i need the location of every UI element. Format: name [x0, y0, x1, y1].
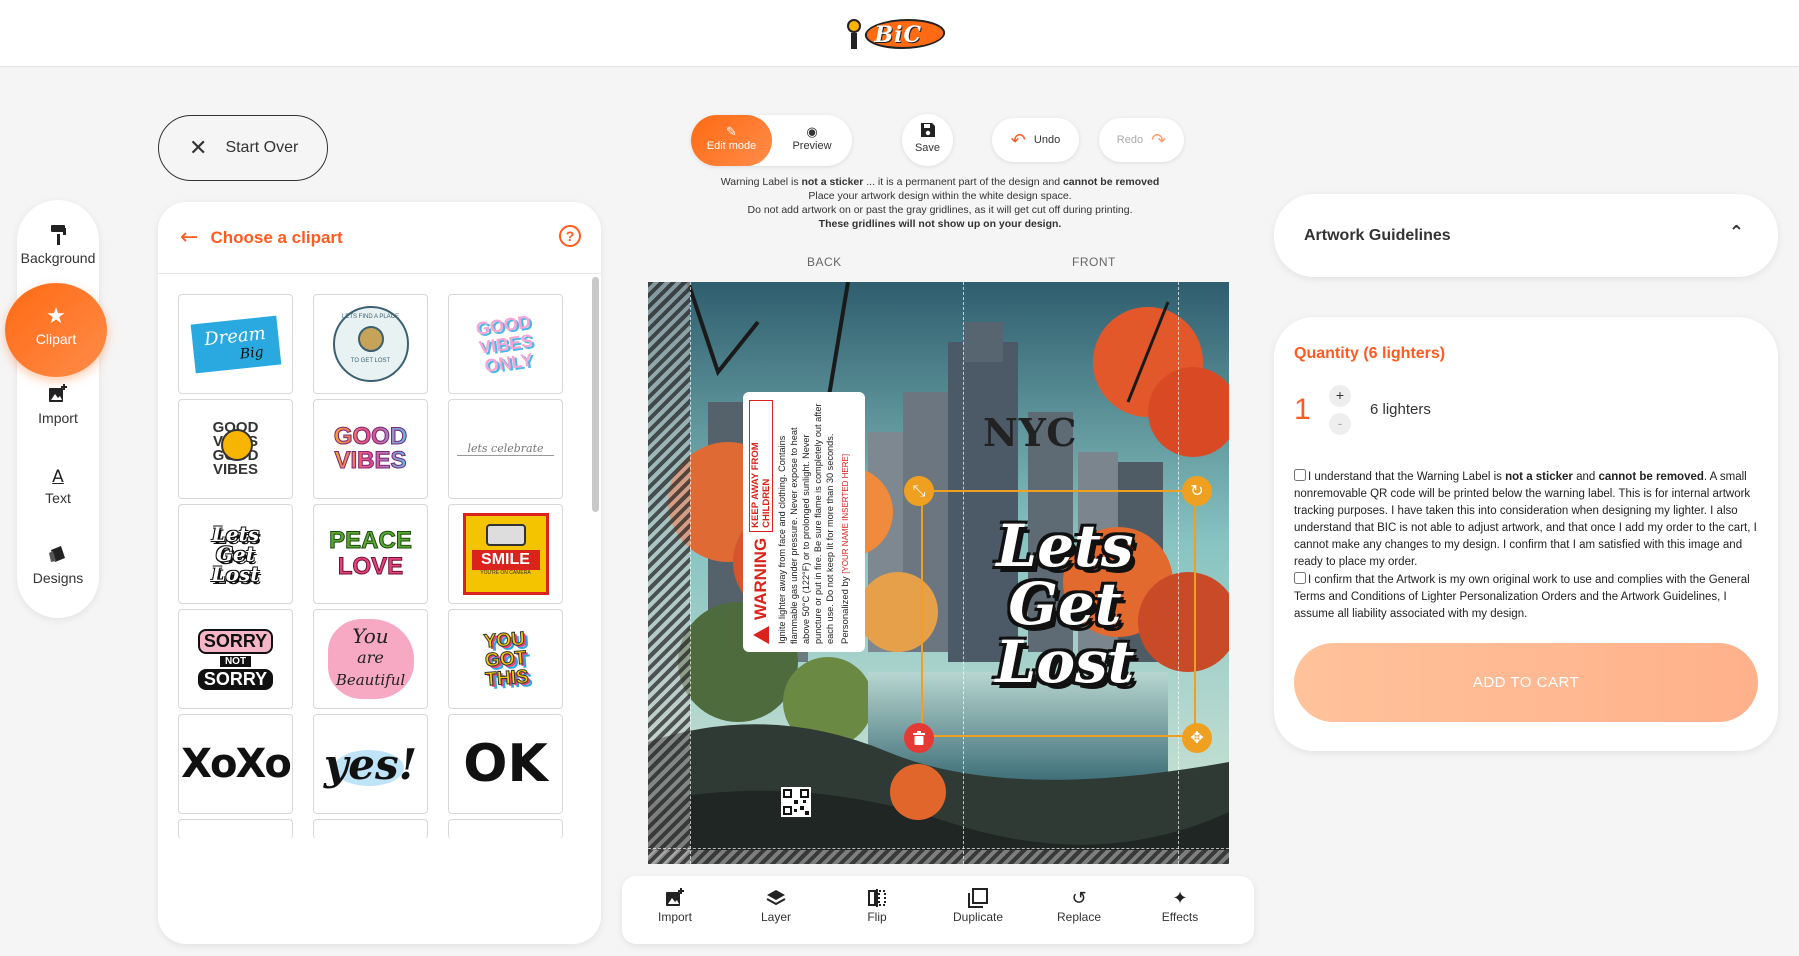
resize-handle-icon[interactable]: ⤡	[904, 476, 934, 506]
clipart-tile-ok[interactable]: OK	[448, 714, 563, 814]
add-to-cart-button[interactable]: ADD TO CART	[1294, 643, 1758, 722]
image-add-icon	[630, 888, 720, 910]
top-bar: BiC	[0, 0, 1799, 67]
logo-text: BiC	[874, 22, 922, 48]
clipart-tile-peace-love[interactable]: PEACE LOVE	[313, 504, 428, 604]
bic-logo[interactable]: BiC	[845, 13, 955, 53]
order-panel: Quantity (6 lighters) 1 + - 6 lighters I…	[1274, 317, 1778, 751]
design-notice: Warning Label is not a sticker ... it is…	[720, 176, 1160, 230]
image-add-icon	[17, 384, 99, 410]
clipart-tile-lets-celebrate[interactable]: lets celebrate	[448, 399, 563, 499]
tool-effects-button[interactable]: ✦ Effects	[1135, 888, 1225, 924]
warning-label: WARNING KEEP AWAY FROM CHILDREN Ignite li…	[743, 392, 865, 652]
clipart-tile-dream-big[interactable]: Dream Big	[178, 294, 293, 394]
quantity-value: 1	[1294, 393, 1311, 426]
element-toolbar: Import Layer Flip Duplicate ↺ Replace ✦ …	[622, 876, 1254, 944]
designs-icon	[17, 544, 99, 570]
clipart-tile-sorry-not-sorry[interactable]: SORRY NOT SORRY	[178, 609, 293, 709]
move-handle-icon[interactable]: ✥	[1182, 723, 1212, 753]
tool-flip-button[interactable]: Flip	[832, 888, 922, 924]
bic-boy-icon	[845, 19, 863, 49]
pencil-icon: ✎	[726, 125, 737, 140]
lets-get-lost-artwork[interactable]: Lets Get Lost	[970, 517, 1160, 691]
clipart-tile-yes[interactable]: yes!	[313, 714, 428, 814]
clipart-tile-xoxo[interactable]: XoXo	[178, 714, 293, 814]
rotate-handle-icon[interactable]: ↻	[1182, 476, 1212, 506]
help-icon[interactable]: ?	[559, 225, 581, 247]
clipart-tile-smile-camera[interactable]: SMILE YOU'RE ON CAMERA	[448, 504, 563, 604]
replace-icon: ↺	[1071, 888, 1087, 909]
consent-warning-checkbox[interactable]	[1294, 469, 1306, 481]
gridline	[648, 848, 1229, 849]
clipart-tile-partial-2[interactable]	[313, 819, 428, 839]
eye-icon: ◉	[806, 125, 818, 140]
front-side-label: FRONT	[1072, 255, 1116, 269]
undo-icon: ↶	[1010, 129, 1026, 151]
undo-button[interactable]: ↶ Undo	[992, 118, 1079, 162]
clipart-tile-lets-get-lost[interactable]: Lets Get Lost	[178, 504, 293, 604]
duplicate-icon	[933, 888, 1023, 910]
consent-artwork: I confirm that the Artwork is my own ori…	[1294, 572, 1750, 620]
back-side-label: BACK	[807, 255, 842, 269]
tool-duplicate-button[interactable]: Duplicate	[933, 888, 1023, 924]
quantity-label: 6 lighters	[1370, 401, 1431, 418]
mode-toggle: ✎ Edit mode ◉ Preview	[691, 115, 852, 166]
text-icon: A	[52, 467, 64, 487]
tool-layer-button[interactable]: Layer	[731, 888, 821, 924]
artwork-guidelines-accordion[interactable]: Artwork Guidelines ⌃	[1274, 194, 1778, 277]
gridline-margin-left	[648, 282, 690, 864]
clipart-scrollbar[interactable]	[592, 277, 599, 512]
clipart-tile-good-vibes[interactable]: GOOD VIBES	[313, 399, 428, 499]
clipart-tile-you-got-this[interactable]: YOU GOT THIS	[448, 609, 563, 709]
edit-mode-button[interactable]: ✎ Edit mode	[691, 115, 772, 166]
save-button[interactable]: Save	[902, 114, 953, 166]
clipart-tile-compass[interactable]: LETS FIND A PLACE TO GET LOST	[313, 294, 428, 394]
clipart-tile-partial-3[interactable]	[448, 819, 563, 839]
clipart-header: ← Choose a clipart ?	[158, 202, 601, 274]
clipart-title: Choose a clipart	[210, 227, 343, 247]
floppy-disk-icon	[902, 122, 953, 142]
rail-item-designs[interactable]: Designs	[17, 544, 99, 586]
clipart-panel: ← Choose a clipart ? Dream Big LETS FIND…	[158, 202, 601, 944]
rail-item-import[interactable]: Import	[17, 384, 99, 426]
clipart-tile-good-vibes-smiley[interactable]: GOOD VIBES GOOD VIBES	[178, 399, 293, 499]
start-over-button[interactable]: ✕ Start Over	[158, 115, 328, 181]
nyc-text: NYC	[983, 410, 1078, 455]
redo-icon: ↷	[1151, 129, 1167, 151]
rail-item-clipart[interactable]: ★ Clipart	[5, 283, 107, 377]
clipart-tile-you-are-beautiful[interactable]: You are Beautiful	[313, 609, 428, 709]
flip-icon	[832, 888, 922, 910]
quantity-increase-button[interactable]: +	[1329, 385, 1351, 407]
rail-item-background[interactable]: Background	[17, 224, 99, 266]
gridline	[690, 282, 691, 864]
close-icon: ✕	[189, 135, 208, 161]
gridline-margin-bottom	[648, 850, 1229, 864]
clipart-tile-good-vibes-only[interactable]: GOOD VIBES ONLY	[448, 294, 563, 394]
quantity-title: Quantity (6 lighters)	[1294, 345, 1446, 362]
rail-item-text[interactable]: A Text	[17, 464, 99, 506]
consent-warning-label: I understand that the Warning Label is n…	[1294, 469, 1757, 568]
preview-button[interactable]: ◉ Preview	[772, 115, 852, 166]
design-canvas[interactable]: WARNING KEEP AWAY FROM CHILDREN Ignite li…	[648, 282, 1229, 864]
back-arrow-icon[interactable]: ←	[180, 225, 198, 250]
sparkle-icon: ✦	[1172, 888, 1188, 909]
tool-rail: Background Import A Text Designs	[17, 200, 99, 618]
start-over-label: Start Over	[225, 139, 299, 156]
tool-replace-button[interactable]: ↺ Replace	[1034, 888, 1124, 924]
clipart-tile-partial-1[interactable]	[178, 819, 293, 839]
warning-triangle-icon	[753, 626, 769, 644]
qr-code	[781, 787, 811, 817]
quantity-decrease-button[interactable]: -	[1329, 413, 1351, 435]
consent-artwork-checkbox[interactable]	[1294, 572, 1306, 584]
delete-icon[interactable]	[904, 723, 934, 753]
redo-button[interactable]: Redo ↷	[1099, 118, 1184, 162]
layers-icon	[731, 888, 821, 910]
tool-import-button[interactable]: Import	[630, 888, 720, 924]
star-icon: ★	[46, 304, 66, 329]
artwork-guidelines-title: Artwork Guidelines	[1304, 226, 1451, 244]
chevron-up-icon: ⌃	[1728, 222, 1744, 243]
paint-roller-icon	[17, 224, 99, 250]
